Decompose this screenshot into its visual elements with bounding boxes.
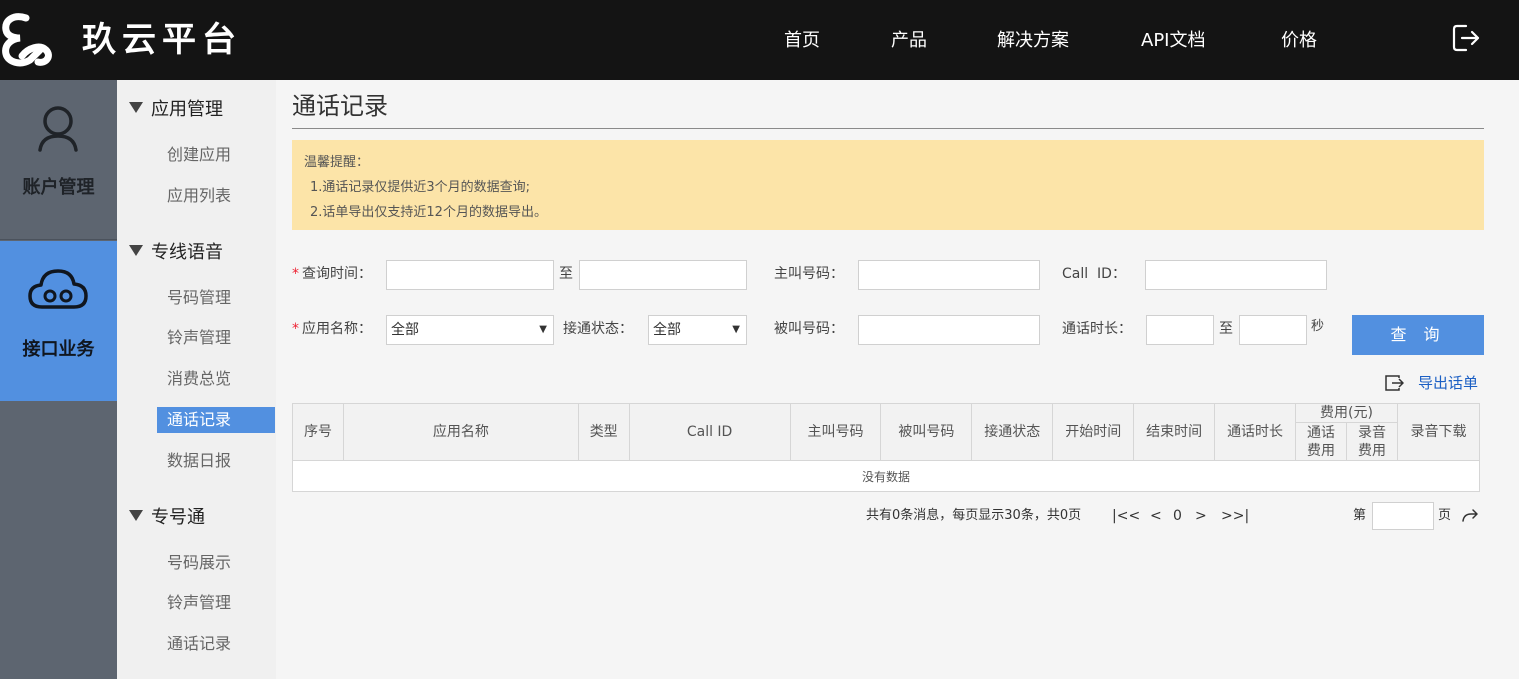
- sidebar-item-consumption-overview[interactable]: 消费总览: [157, 366, 275, 392]
- query-end-time-input[interactable]: [579, 260, 747, 290]
- column-header: 类型: [577, 403, 630, 461]
- last-page-button[interactable]: >>|: [1221, 505, 1249, 527]
- app-name-label: * 应用名称：: [292, 321, 372, 337]
- group-dedicated-number[interactable]: 专号通: [129, 506, 205, 530]
- first-page-button[interactable]: |<<: [1112, 505, 1140, 527]
- empty-table-message: 没有数据: [292, 460, 1480, 492]
- call-id-input[interactable]: [1145, 260, 1327, 290]
- page-title: 通话记录: [292, 92, 388, 120]
- connect-status-label: 接通状态：: [563, 321, 633, 337]
- export-icon: [1385, 375, 1404, 391]
- page-prefix-label: 第: [1353, 508, 1367, 523]
- call-id-label: Call ID：: [1062, 266, 1126, 282]
- callee-number-input[interactable]: [858, 315, 1040, 345]
- brand-name: 玖云平台: [82, 20, 242, 60]
- top-navbar: 玖云平台 首页 产品 解决方案 API文档 价格: [0, 0, 1519, 80]
- nav-pricing[interactable]: 价格: [1281, 28, 1317, 54]
- prev-page-button[interactable]: <: [1150, 505, 1162, 527]
- group-title: 专号通: [151, 507, 205, 528]
- column-header: 主叫号码: [789, 403, 882, 461]
- collapse-triangle-icon: [129, 245, 143, 256]
- query-time-label: * 查询时间：: [292, 266, 372, 282]
- sidebar-item-daily-report[interactable]: 数据日报: [157, 448, 275, 474]
- sub-sidebar: 应用管理 创建应用 应用列表 专线语音 号码管理 铃声管理 消费总览 通话记录 …: [117, 80, 276, 679]
- dropdown-arrow-icon: ▼: [732, 324, 740, 335]
- column-header: 应用名称: [342, 403, 579, 461]
- notice-line: 1.通话记录仅提供近3个月的数据查询;: [310, 180, 531, 195]
- dropdown-arrow-icon: ▼: [539, 324, 547, 335]
- callee-number-label: 被叫号码：: [774, 321, 844, 337]
- sidebar-account-management[interactable]: [0, 80, 117, 240]
- caller-number-input[interactable]: [858, 260, 1040, 290]
- group-title: 应用管理: [151, 99, 223, 120]
- collapse-triangle-icon: [129, 510, 143, 521]
- column-header: 开始时间: [1052, 403, 1135, 461]
- notice-heading: 温馨提醒：: [304, 155, 370, 170]
- page-suffix-label: 页: [1438, 508, 1452, 523]
- sidebar-api-business[interactable]: [0, 241, 117, 401]
- sidebar-item-number-display[interactable]: 号码展示: [157, 550, 275, 576]
- next-page-button[interactable]: >: [1195, 505, 1207, 527]
- query-start-time-input[interactable]: [386, 260, 554, 290]
- title-divider: [292, 128, 1484, 129]
- logout-icon[interactable]: [1450, 22, 1482, 54]
- sidebar-item-create-app[interactable]: 创建应用: [157, 142, 275, 168]
- column-header: Call ID: [628, 403, 791, 461]
- sidebar-item-ringtone-management[interactable]: 铃声管理: [157, 325, 275, 351]
- cloud-icon: [28, 269, 88, 309]
- query-button[interactable]: 查 询: [1352, 315, 1484, 355]
- seconds-unit: 秒: [1311, 319, 1325, 334]
- caller-number-label: 主叫号码：: [774, 266, 844, 282]
- nav-api-docs[interactable]: API文档: [1141, 28, 1205, 54]
- sidebar-item-app-list[interactable]: 应用列表: [157, 183, 275, 209]
- to-label: 至: [559, 266, 573, 282]
- column-header-call-fee: 通话费用: [1295, 422, 1347, 461]
- call-records-table: 序号 应用名称 类型 Call ID 主叫号码 被叫号码 接通状态 开始时间 结…: [292, 403, 1481, 492]
- call-duration-label: 通话时长：: [1062, 321, 1132, 337]
- duration-max-input[interactable]: [1239, 315, 1307, 345]
- go-arrow-icon[interactable]: [1461, 507, 1479, 525]
- pagination-info: 共有0条消息，每页显示30条，共0页: [866, 508, 1082, 523]
- column-header: 结束时间: [1133, 403, 1216, 461]
- duration-to-label: 至: [1219, 321, 1233, 337]
- column-header: 通话时长: [1214, 403, 1297, 461]
- column-header-record-fee: 录音费用: [1346, 422, 1398, 461]
- page-jump-input[interactable]: [1372, 502, 1434, 530]
- group-title: 专线语音: [151, 242, 223, 263]
- connect-status-select[interactable]: 全部 ▼: [648, 315, 747, 345]
- current-page-number: 0: [1173, 508, 1182, 524]
- nav-home[interactable]: 首页: [784, 28, 820, 54]
- logo-icon: [2, 13, 52, 67]
- column-header: 序号: [292, 403, 344, 461]
- column-header: 被叫号码: [880, 403, 973, 461]
- sidebar-account-label: 账户管理: [22, 177, 95, 198]
- sidebar-item-ringtone-management-2[interactable]: 铃声管理: [157, 590, 275, 616]
- export-label: 导出话单: [1418, 374, 1479, 392]
- user-icon: [38, 106, 78, 152]
- notice-box: 温馨提醒： 1.通话记录仅提供近3个月的数据查询; 2.话单导出仅支持近12个月…: [292, 140, 1484, 230]
- sidebar-item-number-management[interactable]: 号码管理: [157, 285, 275, 311]
- nav-products[interactable]: 产品: [891, 28, 927, 54]
- sidebar-api-label: 接口业务: [22, 339, 95, 360]
- main-sidebar: 账户管理 接口业务: [0, 80, 117, 679]
- duration-min-input[interactable]: [1146, 315, 1214, 345]
- column-header-fee: 费用(元): [1295, 403, 1398, 423]
- app-name-select[interactable]: 全部 ▼: [386, 315, 554, 345]
- sidebar-item-call-records[interactable]: 通话记录: [157, 407, 275, 433]
- column-header: 接通状态: [971, 403, 1054, 461]
- column-header: 录音下载: [1396, 403, 1481, 461]
- required-mark: *: [292, 266, 299, 282]
- required-mark: *: [292, 321, 299, 337]
- group-app-management[interactable]: 应用管理: [129, 98, 223, 122]
- sidebar-item-call-records-2[interactable]: 通话记录: [157, 631, 275, 657]
- notice-line: 2.话单导出仅支持近12个月的数据导出。: [310, 205, 547, 220]
- nav-solutions[interactable]: 解决方案: [997, 28, 1069, 54]
- collapse-triangle-icon: [129, 102, 143, 113]
- group-dedicated-voice[interactable]: 专线语音: [129, 241, 223, 265]
